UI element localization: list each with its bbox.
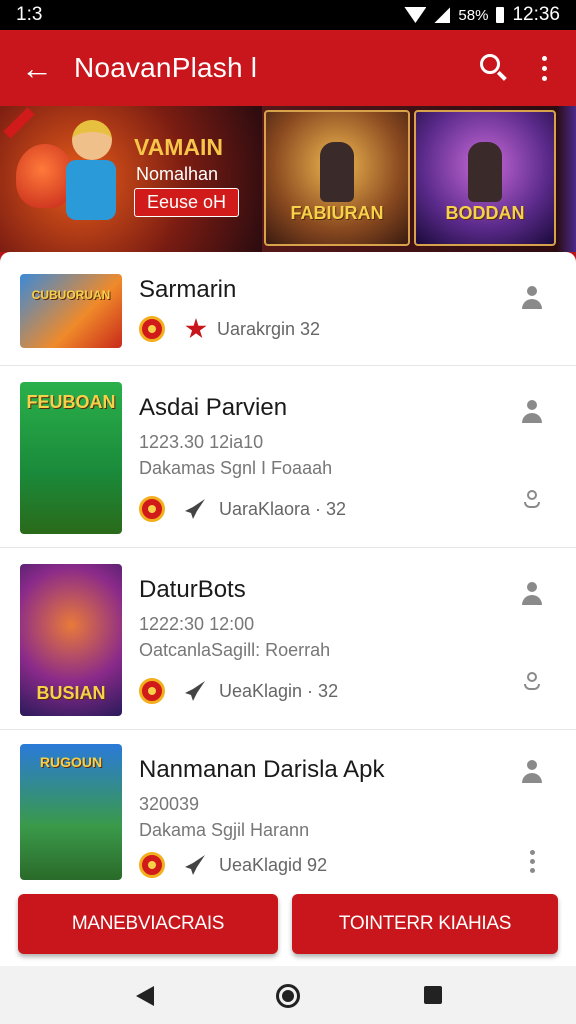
rocket-icon <box>185 855 205 875</box>
thumbnail-logo: RUGOUN <box>39 754 103 770</box>
right-action-button[interactable]: TOINTERR KIAHIAS <box>292 894 558 954</box>
game-title: Sarmarin <box>139 276 237 303</box>
coin-badge-icon <box>139 316 165 342</box>
hero-boy <box>62 120 122 230</box>
game-title: DaturBots <box>139 576 246 603</box>
game-thumbnail: RUGOUN <box>20 744 122 880</box>
nav-home-icon[interactable] <box>276 984 300 1008</box>
action-bar: MANEBVIACRAIS TOINTERR KIAHIAS <box>0 880 576 966</box>
thumbnail-logo: BUSIAN <box>36 683 106 703</box>
system-nav-bar <box>0 966 576 1024</box>
more-vertical-icon[interactable] <box>530 850 536 873</box>
game-stats: Uarakrgin 32 <box>217 318 321 339</box>
poster-character <box>320 142 354 202</box>
game-description: OatcanlaSagill: Roerrah <box>139 640 331 660</box>
game-info: Uarakrgin 32 <box>139 316 320 342</box>
thumbnail-logo: FEUBOAN <box>26 392 116 412</box>
banner-poster-1[interactable]: FABIURAN <box>264 110 410 246</box>
status-time-left: 1:3 <box>16 4 43 25</box>
game-description: Dakama Sgjil Harann <box>139 820 310 840</box>
banner-headline: VAMAIN <box>134 134 224 160</box>
coin-badge-icon <box>139 678 165 704</box>
rocket-icon <box>185 681 205 701</box>
coin-badge-icon <box>139 852 165 878</box>
search-icon[interactable] <box>464 40 520 96</box>
game-stats: UeaKlagin · 32 <box>219 680 339 701</box>
user-icon[interactable] <box>520 760 544 786</box>
battery-icon <box>496 7 505 23</box>
user-icon[interactable] <box>520 582 544 608</box>
download-icon[interactable] <box>522 672 542 692</box>
list-item[interactable]: CUBUORUAN Sarmarin Uarakrgin 32 <box>0 252 576 366</box>
status-bar: 1:3 58% 12:36 <box>0 0 576 30</box>
game-info: UeaKlagid 92 <box>139 852 327 878</box>
poster-character <box>468 142 502 202</box>
list-item[interactable]: FEUBOAN Asdai Parvien 1223.30 12ia10 Dak… <box>0 366 576 548</box>
promo-banner[interactable]: VAMAIN Nomalhan Eeuse oH FABIURAN BODDAN <box>0 106 576 252</box>
game-info: UeaKlagin · 32 <box>139 678 338 704</box>
game-stats: UaraKlaora · 32 <box>219 498 347 519</box>
banner-poster-2[interactable]: BODDAN <box>414 110 556 246</box>
nav-back-icon[interactable] <box>136 986 154 1006</box>
back-arrow-icon[interactable]: ← <box>0 50 74 87</box>
list-item[interactable]: BUSIAN DaturBots 1222:30 12:00 OatcanlaS… <box>0 548 576 730</box>
banner-subtitle: Nomalhan <box>136 164 219 184</box>
banner-main-art: VAMAIN Nomalhan Eeuse oH <box>0 106 262 252</box>
thumbnail-logo: CUBUORUAN <box>31 288 111 302</box>
poster-logo: FABIURAN <box>290 203 384 223</box>
left-action-button[interactable]: MANEBVIACRAIS <box>18 894 278 954</box>
poster-logo: BODDAN <box>445 203 525 223</box>
rocket-icon <box>185 499 205 519</box>
app-bar: ← NoavanPlash l <box>0 30 576 106</box>
user-icon[interactable] <box>520 400 544 426</box>
game-info: UaraKlaora · 32 <box>139 496 346 522</box>
star-icon <box>185 318 207 339</box>
game-title: Asdai Parvien <box>139 394 288 421</box>
corner-ribbon <box>3 107 35 139</box>
user-icon[interactable] <box>520 286 544 312</box>
game-version: 1222:30 12:00 <box>139 614 255 634</box>
battery-percent: 58% <box>458 6 489 24</box>
status-indicators: 58% 12:36 <box>404 4 560 26</box>
game-thumbnail: CUBUORUAN <box>20 274 122 348</box>
banner-cta-button[interactable]: Eeuse oH <box>134 188 240 217</box>
app-title: NoavanPlash l <box>74 52 258 83</box>
list-item[interactable]: RUGOUN Nanmanan Darisla Apk 320039 Dakam… <box>0 730 576 880</box>
signal-icon <box>434 7 451 23</box>
game-description: Dakamas Sgnl I Foaaah <box>139 458 333 478</box>
game-thumbnail: FEUBOAN <box>20 382 122 534</box>
status-clock: 12:36 <box>512 4 560 25</box>
game-thumbnail: BUSIAN <box>20 564 122 716</box>
game-stats: UeaKlagid 92 <box>219 854 328 875</box>
game-version: 1223.30 12ia10 <box>139 432 264 452</box>
game-title: Nanmanan Darisla Apk <box>139 756 385 783</box>
more-options-icon[interactable] <box>520 40 568 96</box>
banner-edge <box>556 106 576 252</box>
game-list: CUBUORUAN Sarmarin Uarakrgin 32 FEUBOAN … <box>0 252 576 880</box>
download-icon[interactable] <box>522 490 542 510</box>
coin-badge-icon <box>139 496 165 522</box>
nav-recents-icon[interactable] <box>424 986 442 1004</box>
wifi-icon <box>404 7 427 23</box>
game-version: 320039 <box>139 794 200 814</box>
